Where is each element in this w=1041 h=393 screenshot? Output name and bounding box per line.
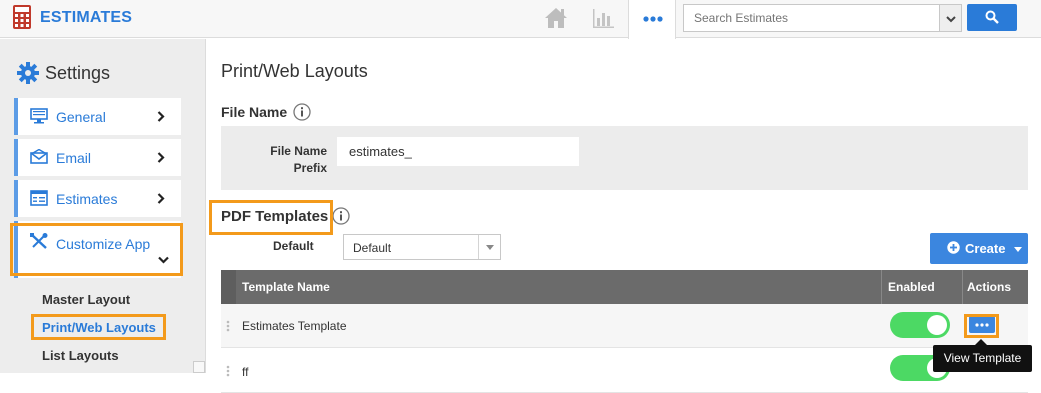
app-title[interactable]: ESTIMATES [40, 9, 132, 27]
bar-chart-icon[interactable] [590, 6, 616, 30]
templates-table-header: Template Name Enabled Actions [221, 270, 1028, 304]
drag-handle-icon[interactable] [226, 365, 230, 377]
caret-down-icon [1014, 247, 1022, 252]
default-template-value: Default [353, 241, 392, 255]
page-title: Print/Web Layouts [221, 61, 368, 81]
chevron-down-icon [946, 16, 956, 23]
table-row: Estimates Template [221, 304, 1028, 348]
search-icon [985, 10, 999, 24]
settings-heading: Settings [17, 62, 110, 84]
sidebar-item-email[interactable]: Email [14, 139, 181, 176]
sidebar-scrollbar[interactable] [193, 361, 205, 373]
default-template-label: Default [273, 239, 314, 253]
more-tab[interactable] [628, 0, 676, 39]
drag-handle-icon[interactable] [226, 320, 230, 332]
file-name-panel: File Name Prefix [221, 126, 1028, 190]
search-dropdown-button[interactable] [939, 4, 962, 32]
file-name-title: File Name [221, 104, 288, 120]
chevron-down-icon [158, 256, 169, 264]
template-name: Estimates Template [242, 319, 347, 333]
sidebar-item-label: Estimates [56, 191, 118, 207]
sidebar-item-label: Email [56, 150, 92, 166]
column-template-name[interactable]: Template Name [242, 280, 330, 294]
toggle-knob [927, 315, 947, 335]
chevron-right-icon [157, 111, 165, 122]
pdf-templates-title: PDF Templates [221, 208, 329, 225]
template-name: ff [242, 365, 249, 379]
file-name-heading: File Name [221, 103, 311, 121]
pdf-templates-heading: PDF Templates [221, 208, 328, 225]
view-template-tooltip: View Template [933, 345, 1032, 372]
settings-title: Settings [45, 62, 111, 83]
create-template-button[interactable]: Create [930, 233, 1028, 264]
search-input[interactable] [683, 4, 939, 32]
plus-circle-icon [947, 241, 960, 254]
sidebar-item-general[interactable]: General [14, 98, 181, 135]
create-button-label: Create [965, 241, 1006, 256]
monitor-icon [30, 108, 48, 124]
caret-down-icon [486, 245, 494, 250]
more-dots-icon [975, 323, 989, 327]
file-name-prefix-label: File Name Prefix [270, 144, 327, 175]
column-divider [881, 270, 882, 304]
sidebar-subitem-print-web-layouts[interactable]: Print/Web Layouts [42, 320, 156, 335]
envelope-icon [30, 149, 48, 164]
calculator-icon [13, 5, 31, 29]
default-template-select[interactable]: Default [343, 234, 501, 260]
info-icon[interactable] [293, 103, 311, 121]
table-row: ff [221, 349, 1028, 393]
view-template-button[interactable] [969, 316, 995, 333]
column-divider [962, 270, 963, 304]
sidebar-item-customize-app[interactable]: Customize App [14, 221, 181, 278]
sidebar-item-label: General [56, 109, 106, 125]
search-button[interactable] [967, 4, 1017, 31]
home-icon[interactable] [543, 6, 569, 30]
chevron-right-icon [157, 152, 165, 163]
gear-icon [17, 62, 39, 84]
select-arrow [478, 235, 500, 259]
file-name-prefix-input[interactable] [337, 137, 579, 166]
tools-icon [30, 233, 48, 249]
sidebar-subitem-master-layout[interactable]: Master Layout [42, 292, 130, 307]
top-bar: ESTIMATES [0, 0, 1041, 39]
chevron-right-icon [157, 193, 165, 204]
sidebar-subitem-list-layouts[interactable]: List Layouts [42, 348, 119, 363]
column-actions: Actions [967, 280, 1012, 294]
sidebar-item-label: Customize App [56, 236, 151, 252]
drag-column-header [221, 270, 236, 304]
more-dots-icon [643, 16, 663, 22]
sidebar: Settings General Email Estimates Customi… [0, 39, 206, 373]
enabled-toggle[interactable] [890, 312, 950, 338]
info-icon[interactable] [332, 207, 350, 225]
form-icon [30, 190, 48, 206]
sidebar-item-estimates[interactable]: Estimates [14, 180, 181, 217]
column-enabled[interactable]: Enabled [888, 280, 935, 294]
